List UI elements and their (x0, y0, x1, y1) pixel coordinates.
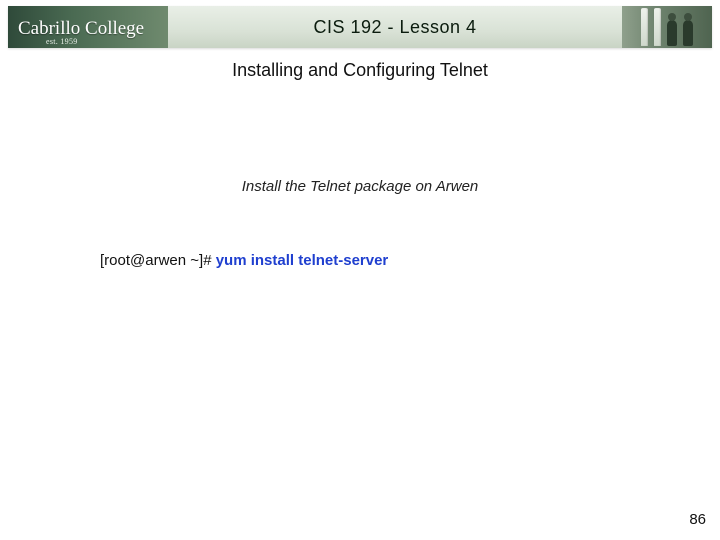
figure-icon (667, 20, 677, 46)
pillar-icon (654, 8, 661, 46)
college-logo-script: Cabrillo College (18, 19, 144, 38)
page-number: 86 (689, 511, 706, 528)
terminal-line: [root@arwen ~]# yum install telnet-serve… (100, 252, 388, 269)
slide-subtitle: Installing and Configuring Telnet (0, 60, 720, 81)
figure-icon (683, 20, 693, 46)
college-logo-est: est. 1959 (46, 37, 78, 46)
banner-photo (622, 6, 712, 48)
logo-area: Cabrillo College est. 1959 (8, 6, 168, 48)
header-banner: Cabrillo College est. 1959 CIS 192 - Les… (8, 6, 712, 48)
shell-command: yum install telnet-server (216, 252, 389, 269)
instruction-text: Install the Telnet package on Arwen (0, 178, 720, 195)
shell-prompt: [root@arwen ~]# (100, 252, 216, 269)
slide: Cabrillo College est. 1959 CIS 192 - Les… (0, 0, 720, 540)
lesson-title: CIS 192 - Lesson 4 (313, 17, 476, 38)
banner-title-area: CIS 192 - Lesson 4 (168, 6, 622, 48)
pillar-icon (641, 8, 648, 46)
